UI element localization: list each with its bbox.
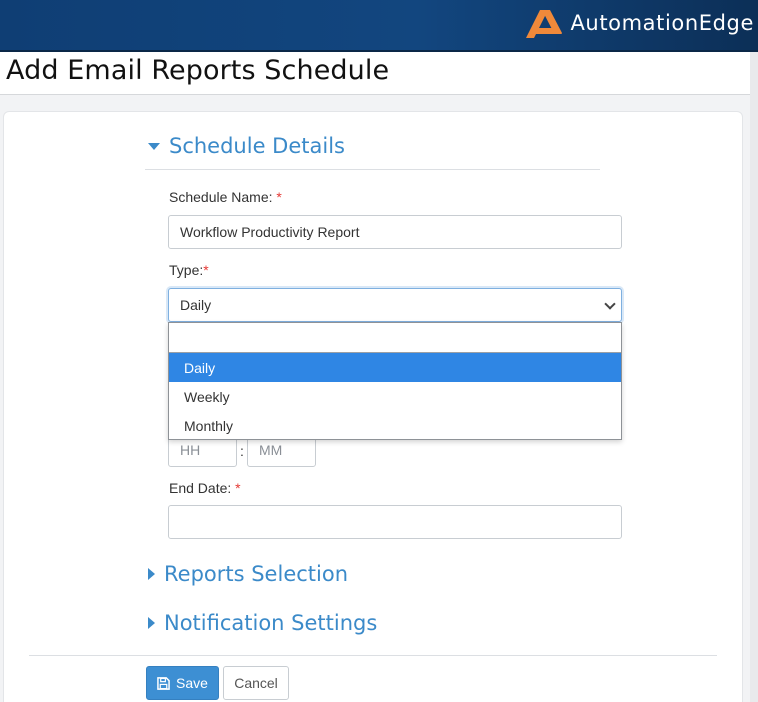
dropdown-option-daily[interactable]: Daily bbox=[169, 353, 621, 382]
dropdown-search-input[interactable] bbox=[169, 323, 621, 353]
cancel-button[interactable]: Cancel bbox=[223, 666, 289, 700]
end-date-label-text: End Date: bbox=[169, 480, 232, 496]
section-reports-selection[interactable]: Reports Selection bbox=[148, 562, 348, 586]
brand-name: AutomationEdge bbox=[570, 11, 754, 35]
footer-divider bbox=[29, 655, 717, 656]
schedule-name-value: Workflow Productivity Report bbox=[180, 224, 360, 240]
schedule-name-input[interactable]: Workflow Productivity Report bbox=[168, 215, 622, 249]
schedule-name-label: Schedule Name: * bbox=[169, 189, 282, 205]
save-button[interactable]: Save bbox=[146, 666, 219, 700]
type-label: Type:* bbox=[169, 262, 209, 278]
section-divider bbox=[145, 169, 600, 170]
required-mark: * bbox=[235, 480, 241, 496]
type-dropdown-list: Daily Weekly Monthly bbox=[168, 322, 622, 440]
brand-logo[interactable]: AutomationEdge bbox=[526, 6, 754, 40]
section-notification-settings[interactable]: Notification Settings bbox=[148, 611, 377, 635]
section-schedule-details[interactable]: Schedule Details bbox=[148, 134, 345, 158]
hour-placeholder: HH bbox=[180, 442, 201, 458]
caret-right-icon bbox=[148, 568, 155, 580]
type-select[interactable]: Daily bbox=[168, 288, 622, 322]
save-button-label: Save bbox=[176, 675, 208, 691]
schedule-name-label-text: Schedule Name: bbox=[169, 189, 273, 205]
cancel-button-label: Cancel bbox=[234, 675, 278, 691]
section-label: Notification Settings bbox=[164, 611, 378, 635]
end-date-label: End Date: * bbox=[169, 480, 241, 496]
end-date-input[interactable] bbox=[168, 505, 622, 539]
floppy-disk-icon bbox=[157, 676, 170, 690]
chevron-down-icon bbox=[604, 298, 616, 310]
automationedge-logo-icon bbox=[526, 10, 563, 38]
dropdown-option-monthly[interactable]: Monthly bbox=[169, 411, 621, 440]
required-mark: * bbox=[276, 189, 282, 205]
section-label: Schedule Details bbox=[169, 134, 345, 158]
caret-right-icon bbox=[148, 617, 155, 629]
time-separator: : bbox=[240, 443, 244, 459]
caret-down-icon bbox=[148, 142, 160, 150]
type-label-text: Type: bbox=[169, 262, 204, 278]
page-title: Add Email Reports Schedule bbox=[6, 55, 390, 86]
dropdown-option-weekly[interactable]: Weekly bbox=[169, 382, 621, 411]
top-header-bar: AutomationEdge bbox=[0, 0, 758, 52]
section-label: Reports Selection bbox=[164, 562, 349, 586]
minute-placeholder: MM bbox=[259, 442, 283, 458]
page-title-bar: Add Email Reports Schedule bbox=[0, 52, 750, 95]
type-selected-value: Daily bbox=[180, 297, 212, 313]
required-mark: * bbox=[203, 262, 209, 278]
right-gutter bbox=[750, 52, 758, 702]
